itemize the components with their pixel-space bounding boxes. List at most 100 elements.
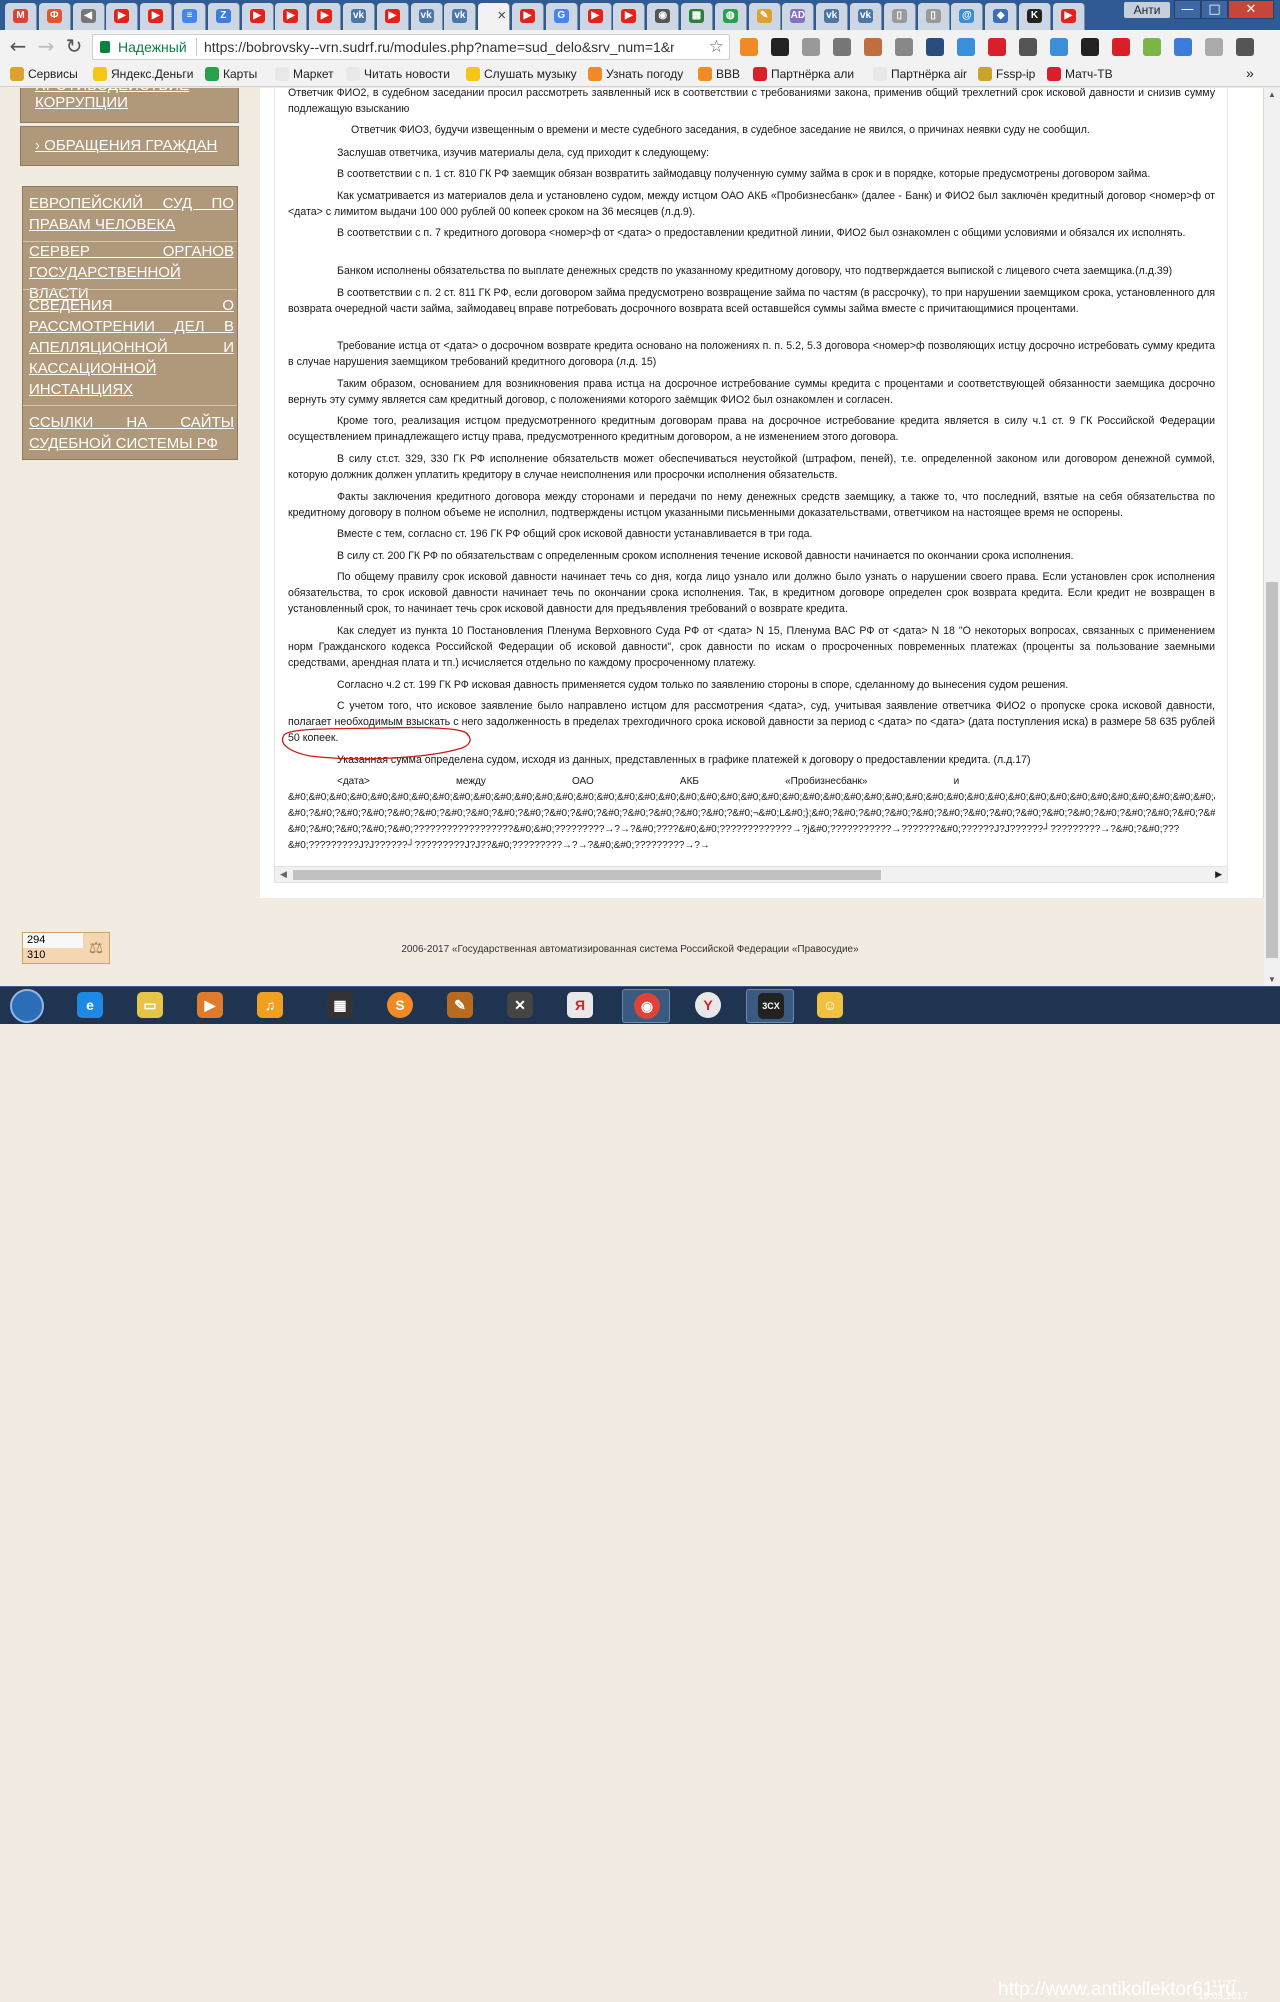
- profile-button[interactable]: Анти: [1124, 2, 1170, 18]
- taskbar-app3[interactable]: ☺: [806, 989, 854, 1023]
- ad-ext-icon[interactable]: [771, 38, 789, 56]
- browser-tab[interactable]: K: [1019, 3, 1051, 30]
- browser-tab[interactable]: ×: [478, 3, 511, 30]
- y-ext-icon[interactable]: [1143, 38, 1161, 56]
- bookmark-item[interactable]: Яндекс.Деньги: [93, 67, 193, 81]
- sidebar-item-anticorruption[interactable]: ПРОТИВОДЕЙСТВИЕ КОРРУПЦИИ: [20, 88, 239, 123]
- browser-tab[interactable]: vk: [850, 3, 882, 30]
- browser-tab[interactable]: ▶: [275, 3, 308, 30]
- url-text[interactable]: https://bobrovsky--vrn.sudrf.ru/modules.…: [204, 39, 674, 55]
- horizontal-scrollbar[interactable]: ◀ ▶: [274, 866, 1228, 883]
- link-echr[interactable]: ЕВРОПЕЙСКИЙ СУД ПО ПРАВАМ ЧЕЛОВЕКА: [29, 193, 234, 235]
- tablet-ext-icon[interactable]: [1081, 38, 1099, 56]
- browser-tab[interactable]: ▶: [140, 3, 173, 30]
- bookmark-item[interactable]: Партнёрка air: [873, 67, 967, 81]
- taskbar-media[interactable]: ▶: [186, 989, 234, 1023]
- bookmark-item[interactable]: Маркет: [275, 67, 334, 81]
- bolt-ext-icon[interactable]: [864, 38, 882, 56]
- system-clock[interactable]: 11:27 19.05.2017: [1198, 1979, 1248, 2002]
- sidebar-link[interactable]: ЕВРОПЕЙСКИЙ СУД ПО ПРАВАМ ЧЕЛОВЕКА: [29, 193, 234, 235]
- browser-tab[interactable]: ◀: [72, 3, 105, 30]
- badge-ext-icon[interactable]: [988, 38, 1006, 56]
- forward-icon[interactable]: →: [34, 35, 58, 59]
- sidebar-link[interactable]: СВЕДЕНИЯ О РАССМОТРЕНИИ ДЕЛ В АПЕЛЛЯЦИОН…: [29, 295, 234, 400]
- e-ext-icon[interactable]: [1050, 38, 1068, 56]
- chart-ext-icon[interactable]: [740, 38, 758, 56]
- scrollbar-thumb[interactable]: [1266, 582, 1278, 958]
- browser-tab[interactable]: ≡: [174, 3, 206, 30]
- browser-tab[interactable]: ◍: [714, 3, 747, 30]
- browser-tab[interactable]: ▯: [917, 3, 950, 30]
- browser-tab[interactable]: ◆: [985, 3, 1018, 30]
- taskbar-explorer[interactable]: ▭: [126, 989, 174, 1023]
- close-tab-icon[interactable]: ×: [497, 7, 506, 24]
- taskbar-app2[interactable]: ✕: [496, 989, 544, 1023]
- bookmark-item[interactable]: Партнёрка али: [753, 67, 854, 81]
- check-ext-icon[interactable]: [895, 38, 913, 56]
- ebay-ext-icon[interactable]: [1174, 38, 1192, 56]
- taskbar-yandex[interactable]: Я: [556, 989, 604, 1023]
- taskbar-yandex-browser[interactable]: Y: [684, 989, 732, 1023]
- bookmark-item[interactable]: Слушать музыку: [466, 67, 577, 81]
- pin-ext-icon[interactable]: [1019, 38, 1037, 56]
- browser-tab[interactable]: ▶: [1052, 3, 1085, 30]
- reload-icon[interactable]: ↻: [62, 35, 86, 59]
- bookmark-item[interactable]: Карты: [205, 67, 257, 81]
- vertical-scrollbar[interactable]: ▲ ▼: [1264, 88, 1280, 986]
- scroll-down-icon[interactable]: ▼: [1268, 975, 1276, 984]
- scroll-left-icon[interactable]: ◀: [280, 869, 287, 880]
- sidebar-item-label[interactable]: ОБРАЩЕНИЯ ГРАЖДАН: [44, 137, 217, 154]
- browser-tab[interactable]: ▯: [883, 3, 916, 30]
- start-button[interactable]: [4, 987, 52, 1025]
- bookmark-star-icon[interactable]: ☆: [709, 37, 724, 57]
- menu-icon[interactable]: [1236, 38, 1254, 56]
- browser-tab[interactable]: ▦: [681, 3, 713, 30]
- bookmark-item[interactable]: Сервисы: [10, 67, 78, 81]
- iq-ext-icon[interactable]: [957, 38, 975, 56]
- bookmark-item[interactable]: Fssp-ip: [978, 67, 1035, 81]
- address-bar[interactable]: Надежный https://bobrovsky--vrn.sudrf.ru…: [92, 34, 730, 60]
- browser-tab[interactable]: vk: [343, 3, 375, 30]
- link-court-sites[interactable]: ССЫЛКИ НА САЙТЫ СУДЕБНОЙ СИСТЕМЫ РФ: [29, 412, 234, 454]
- taskbar-3cx[interactable]: 3CX: [746, 989, 794, 1023]
- bookmark-item[interactable]: Матч-ТВ: [1047, 67, 1113, 81]
- close-window-button[interactable]: ✕: [1228, 0, 1274, 19]
- browser-tab[interactable]: AD: [782, 3, 815, 30]
- browser-tab[interactable]: ▶: [309, 3, 342, 30]
- taskbar-chrome[interactable]: ◉: [622, 989, 670, 1023]
- browser-tab[interactable]: ▶: [241, 3, 274, 30]
- taskbar-video[interactable]: ▦: [316, 989, 364, 1023]
- browser-tab[interactable]: ▶: [106, 3, 139, 30]
- browser-tab[interactable]: @: [951, 3, 984, 30]
- browser-tab[interactable]: G: [545, 3, 578, 30]
- visit-counter[interactable]: 294 310 ⚖: [22, 932, 110, 964]
- browser-tab[interactable]: ◉: [647, 3, 680, 30]
- globe-ext-icon[interactable]: [1205, 38, 1223, 56]
- maximize-button[interactable]: □: [1201, 0, 1228, 19]
- browser-tab[interactable]: ✎: [748, 3, 781, 30]
- browser-tab[interactable]: ▶: [613, 3, 646, 30]
- taskbar-stp[interactable]: S: [376, 989, 424, 1023]
- taskbar-audio[interactable]: ♫: [246, 989, 294, 1023]
- bookmark-item[interactable]: BBB: [698, 67, 740, 81]
- browser-tab[interactable]: M: [5, 3, 37, 30]
- bookmark-item[interactable]: Узнать погоду: [588, 67, 683, 81]
- grid-ext-icon[interactable]: [833, 38, 851, 56]
- scrollbar-thumb[interactable]: [293, 870, 881, 880]
- scroll-right-icon[interactable]: ▶: [1215, 869, 1222, 880]
- gear-ext-icon[interactable]: [802, 38, 820, 56]
- opera-ext-icon[interactable]: [1112, 38, 1130, 56]
- browser-tab[interactable]: vk: [816, 3, 849, 30]
- download-ext-icon[interactable]: [926, 38, 944, 56]
- taskbar-app[interactable]: ✎: [436, 989, 484, 1023]
- browser-tab[interactable]: vk: [444, 3, 477, 30]
- more-bookmarks-button[interactable]: »: [1246, 65, 1254, 81]
- taskbar-ie[interactable]: e: [66, 989, 114, 1023]
- link-appeal-info[interactable]: СВЕДЕНИЯ О РАССМОТРЕНИИ ДЕЛ В АПЕЛЛЯЦИОН…: [29, 295, 234, 400]
- sidebar-item-appeals[interactable]: › ОБРАЩЕНИЯ ГРАЖДАН: [20, 126, 239, 166]
- browser-tab[interactable]: Z: [207, 3, 240, 30]
- scroll-up-icon[interactable]: ▲: [1268, 90, 1276, 99]
- back-icon[interactable]: ←: [6, 35, 30, 59]
- sidebar-link[interactable]: ССЫЛКИ НА САЙТЫ СУДЕБНОЙ СИСТЕМЫ РФ: [29, 412, 234, 454]
- browser-tab[interactable]: ▶: [376, 3, 409, 30]
